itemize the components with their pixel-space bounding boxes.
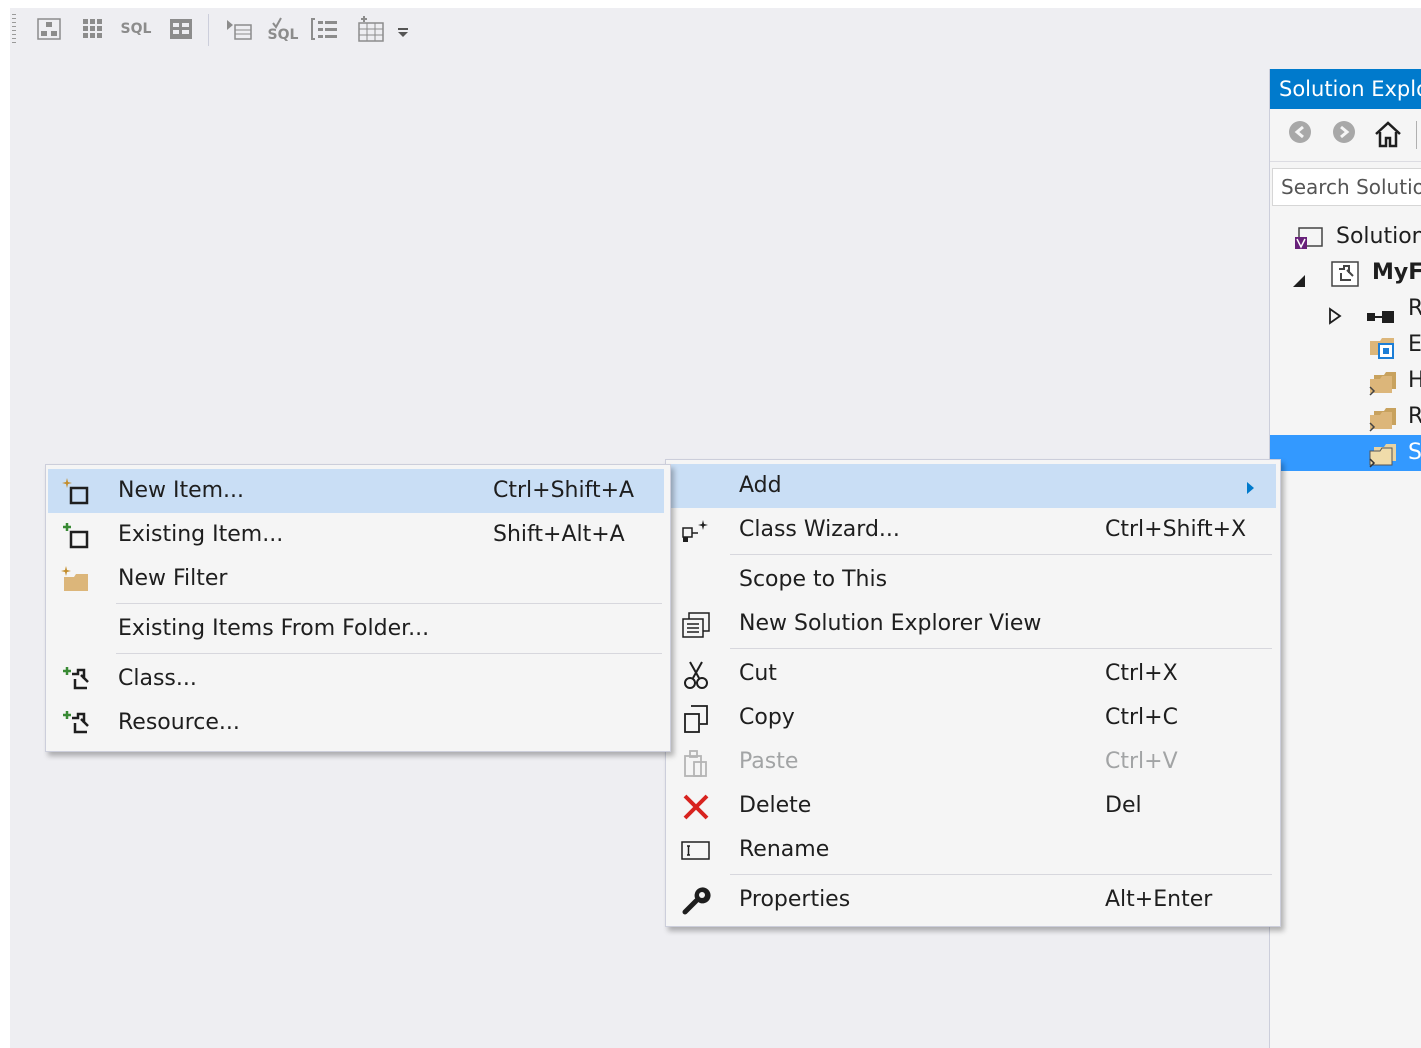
tree-item-label: R <box>1408 399 1421 435</box>
menu-item-label: Class Wizard... <box>739 517 900 542</box>
menu-item-existing-items-from-folder[interactable]: Existing Items From Folder... <box>48 607 664 651</box>
schema-view-icon[interactable] <box>34 15 64 43</box>
menu-item-label: Delete <box>739 793 812 818</box>
rename-icon <box>680 836 712 866</box>
menu-item-shortcut: Ctrl+C <box>1105 705 1178 730</box>
menu-item-shortcut: Ctrl+X <box>1105 661 1178 686</box>
new-item-icon <box>60 477 92 507</box>
menu-item-label: Properties <box>739 887 851 912</box>
menu-item-label: Cut <box>739 661 777 686</box>
tree-item-label: S <box>1408 440 1421 465</box>
tree-item-label: Solution <box>1336 224 1421 249</box>
sql-label: SQL <box>120 21 152 37</box>
change-type-icon[interactable] <box>224 15 254 43</box>
class-wizard-icon <box>680 516 712 546</box>
menu-item-copy[interactable]: Copy Ctrl+C <box>668 696 1276 740</box>
menu-item-new-item[interactable]: New Item... Ctrl+Shift+A <box>48 469 664 513</box>
menu-item-properties[interactable]: Properties Alt+Enter <box>668 878 1276 922</box>
menu-item-shortcut: Ctrl+V <box>1105 749 1178 774</box>
verify-sql-button[interactable]: SQL <box>266 15 300 43</box>
tree-item-references[interactable]: R <box>1270 291 1421 327</box>
menu-item-shortcut: Shift+Alt+A <box>493 522 625 547</box>
menu-item-scope-to-this[interactable]: Scope to This <box>668 558 1276 602</box>
ide-window: SQL SQL Solution Explorer <box>10 8 1421 1048</box>
filter-folder-icon <box>1368 441 1398 481</box>
menu-item-label: New Item... <box>118 478 245 503</box>
menu-item-existing-item[interactable]: Existing Item... Shift+Alt+A <box>48 513 664 557</box>
new-folder-icon <box>60 565 92 595</box>
toolbar-overflow-icon[interactable] <box>394 15 412 43</box>
tree-item-source-selected[interactable]: S <box>1270 435 1421 471</box>
menu-item-label: Rename <box>739 837 830 862</box>
menu-item-label: New Solution Explorer View <box>739 611 1042 636</box>
home-icon[interactable] <box>1373 119 1403 153</box>
forward-icon[interactable] <box>1331 119 1357 149</box>
menu-item-shortcut: Ctrl+Shift+A <box>493 478 635 503</box>
tree-item-solution[interactable]: Solution <box>1270 219 1421 255</box>
menu-item-new-filter[interactable]: New Filter <box>48 557 664 601</box>
menu-item-label: Copy <box>739 705 795 730</box>
menu-item-class-wizard[interactable]: Class Wizard... Ctrl+Shift+X <box>668 508 1276 552</box>
menu-item-label: Scope to This <box>739 567 888 592</box>
menu-item-label: Existing Item... <box>118 522 284 547</box>
menu-item-shortcut: Alt+Enter <box>1105 887 1213 912</box>
menu-item-label: New Filter <box>118 566 228 591</box>
menu-item-resource[interactable]: Resource... <box>48 701 664 745</box>
new-view-icon <box>680 610 712 640</box>
sql-pane-button[interactable]: SQL <box>118 15 154 43</box>
toolbar-separator <box>208 14 209 46</box>
menu-separator <box>730 554 1272 555</box>
tree-item-label: H <box>1408 363 1421 399</box>
menu-item-label: Resource... <box>118 710 240 735</box>
menu-item-class[interactable]: Class... <box>48 657 664 701</box>
menu-item-new-solution-explorer-view[interactable]: New Solution Explorer View <box>668 602 1276 646</box>
menu-item-label: Existing Items From Folder... <box>118 616 430 641</box>
tree-item-project[interactable]: MyFi <box>1270 255 1421 291</box>
menu-item-shortcut: Del <box>1105 793 1142 818</box>
tree-item-label: R <box>1408 291 1421 327</box>
menu-item-rename[interactable]: Rename <box>668 828 1276 872</box>
menu-item-label: Class... <box>118 666 197 691</box>
add-table-icon[interactable] <box>356 15 386 43</box>
menu-separator <box>116 603 662 604</box>
submenu-arrow-icon <box>1246 480 1256 499</box>
menu-item-cut[interactable]: Cut Ctrl+X <box>668 652 1276 696</box>
menu-item-label: Paste <box>739 749 799 774</box>
solution-search-input[interactable]: Search Solution Explorer <box>1272 168 1421 206</box>
menu-item-add[interactable]: Add <box>668 464 1276 508</box>
grid-view-icon[interactable] <box>78 15 108 43</box>
verify-sql-label: SQL <box>267 27 299 43</box>
add-resource-icon <box>60 709 92 739</box>
tree-item-resources[interactable]: R <box>1270 399 1421 435</box>
solution-explorer-panel: Solution Explorer Search Solution Explor… <box>1269 69 1421 1048</box>
menu-separator <box>730 874 1272 875</box>
back-icon[interactable] <box>1287 119 1313 149</box>
paste-icon <box>680 748 712 778</box>
solution-explorer-toolbar <box>1270 109 1421 162</box>
menu-separator <box>116 653 662 654</box>
nav-separator <box>1416 121 1417 149</box>
menu-item-paste[interactable]: Paste Ctrl+V <box>668 740 1276 784</box>
menu-item-delete[interactable]: Delete Del <box>668 784 1276 828</box>
group-by-icon[interactable] <box>310 15 340 43</box>
toolbar-grip-icon[interactable] <box>12 14 16 44</box>
tree-item-headers[interactable]: H <box>1270 363 1421 399</box>
tree-item-external[interactable]: E <box>1270 327 1421 363</box>
solution-explorer-title: Solution Explorer <box>1270 69 1421 109</box>
context-menu: Add Class Wizard... Ctrl+Shift+X Scope t… <box>665 459 1281 927</box>
tree-item-label: E <box>1408 332 1421 357</box>
existing-item-icon <box>60 521 92 551</box>
copy-icon <box>680 704 712 734</box>
menu-separator <box>730 648 1272 649</box>
menu-item-shortcut: Ctrl+Shift+X <box>1105 517 1247 542</box>
add-submenu: New Item... Ctrl+Shift+A Existing Item..… <box>45 464 671 752</box>
scissors-icon <box>680 660 712 690</box>
delete-x-icon <box>680 792 712 822</box>
results-pane-icon[interactable] <box>166 15 196 43</box>
menu-item-label: Add <box>739 473 782 498</box>
toolbar: SQL SQL <box>10 8 1421 52</box>
tree-item-label: MyFi <box>1372 260 1421 285</box>
add-class-icon <box>60 665 92 695</box>
wrench-icon <box>680 886 712 916</box>
